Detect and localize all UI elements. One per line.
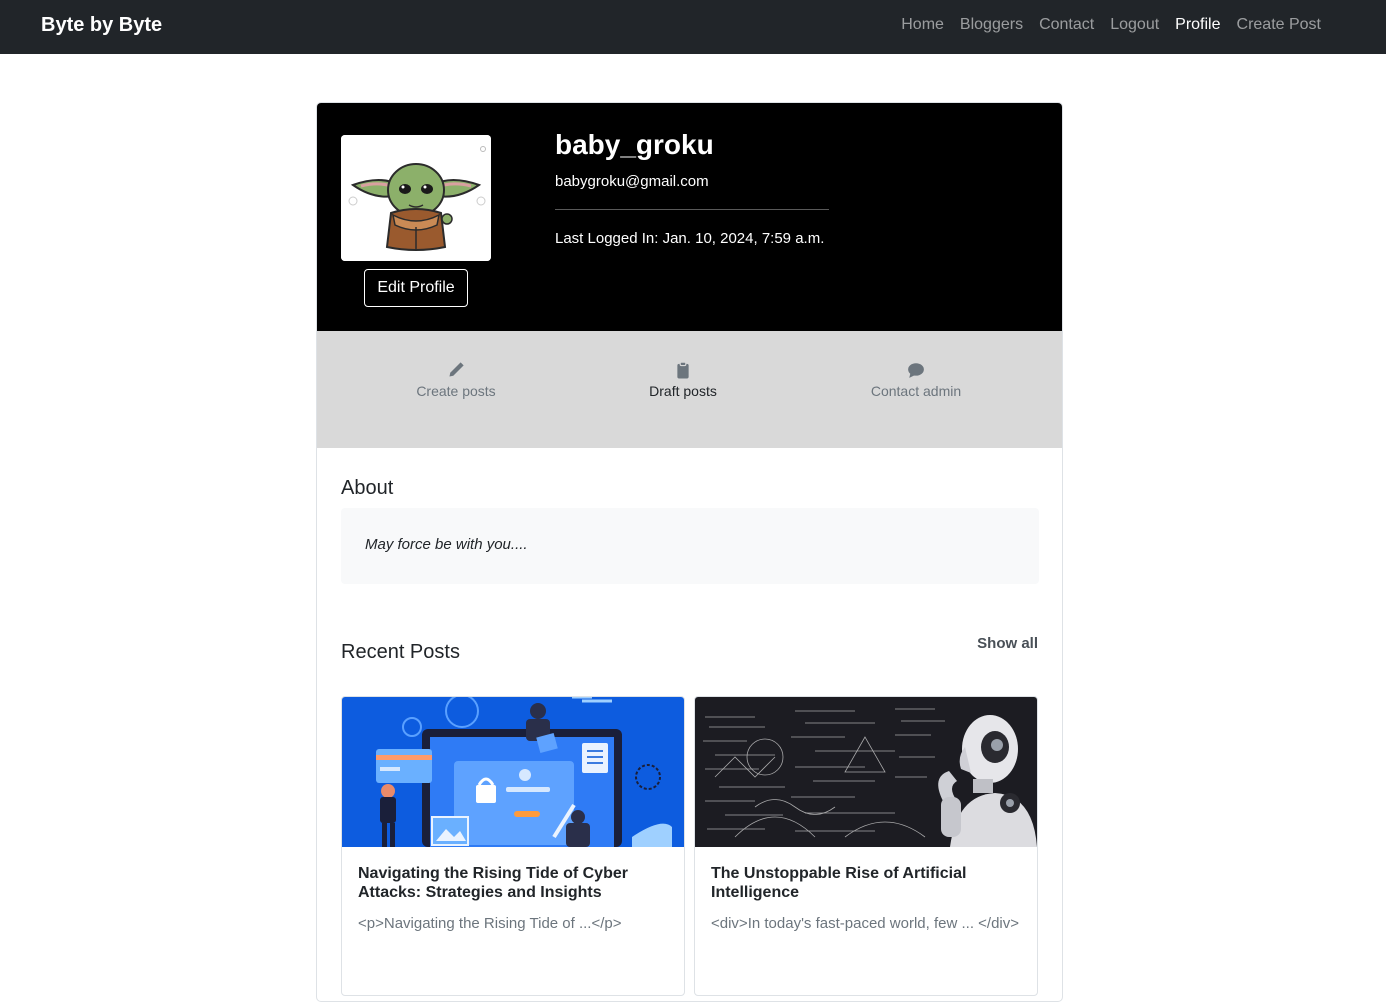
nav-logout[interactable]: Logout bbox=[1102, 16, 1167, 34]
recent-posts-heading: Recent Posts bbox=[341, 641, 460, 663]
profile-actions-bar: Create posts Draft posts Contact admin bbox=[317, 331, 1062, 448]
nav-contact[interactable]: Contact bbox=[1031, 16, 1102, 34]
post-title[interactable]: Navigating the Rising Tide of Cyber Atta… bbox=[358, 864, 668, 902]
chat-bubble-icon bbox=[908, 363, 924, 378]
top-navbar: Byte by Byte Home Bloggers Contact Logou… bbox=[0, 0, 1386, 54]
header-divider bbox=[555, 209, 829, 210]
brand-logo[interactable]: Byte by Byte bbox=[41, 14, 162, 37]
create-posts-action[interactable]: Create posts bbox=[376, 361, 536, 399]
post-title[interactable]: The Unstoppable Rise of Artificial Intel… bbox=[711, 864, 1021, 902]
nav-bloggers[interactable]: Bloggers bbox=[952, 16, 1031, 34]
cyber-security-illustration-icon bbox=[342, 697, 684, 847]
robot-thinking-math-board-icon bbox=[695, 697, 1037, 847]
clipboard-icon bbox=[677, 361, 689, 379]
post-excerpt: <div>In today's fast-paced world, few ..… bbox=[711, 915, 1020, 932]
contact-admin-action[interactable]: Contact admin bbox=[836, 361, 996, 399]
nav-links: Home Bloggers Contact Logout Profile Cre… bbox=[893, 16, 1329, 34]
post-excerpt: <p>Navigating the Rising Tide of ...</p> bbox=[358, 915, 622, 932]
about-text: May force be with you.... bbox=[365, 536, 528, 553]
last-login-text: Last Logged In: Jan. 10, 2024, 7:59 a.m. bbox=[555, 230, 825, 247]
edit-profile-button[interactable]: Edit Profile bbox=[364, 269, 468, 307]
profile-email: babygroku@gmail.com bbox=[555, 173, 709, 190]
pencil-icon bbox=[449, 362, 464, 377]
avatar bbox=[341, 135, 491, 261]
draft-posts-action[interactable]: Draft posts bbox=[603, 361, 763, 399]
nav-home[interactable]: Home bbox=[893, 16, 952, 34]
nav-create-post[interactable]: Create Post bbox=[1229, 16, 1329, 34]
contact-admin-label: Contact admin bbox=[870, 383, 962, 399]
about-box: May force be with you.... bbox=[341, 508, 1039, 584]
baby-yoda-avatar-icon bbox=[341, 135, 491, 261]
post-card[interactable]: Navigating the Rising Tide of Cyber Atta… bbox=[341, 696, 685, 996]
nav-profile[interactable]: Profile bbox=[1167, 16, 1228, 34]
create-posts-label: Create posts bbox=[416, 383, 496, 399]
profile-header: Edit Profile baby_groku babygroku@gmail.… bbox=[317, 103, 1062, 331]
draft-posts-label: Draft posts bbox=[649, 383, 717, 399]
profile-card: Edit Profile baby_groku babygroku@gmail.… bbox=[316, 102, 1063, 1002]
profile-username: baby_groku bbox=[555, 129, 714, 160]
about-heading: About bbox=[341, 477, 394, 499]
show-all-link[interactable]: Show all bbox=[977, 635, 1038, 652]
post-card[interactable]: The Unstoppable Rise of Artificial Intel… bbox=[694, 696, 1038, 996]
